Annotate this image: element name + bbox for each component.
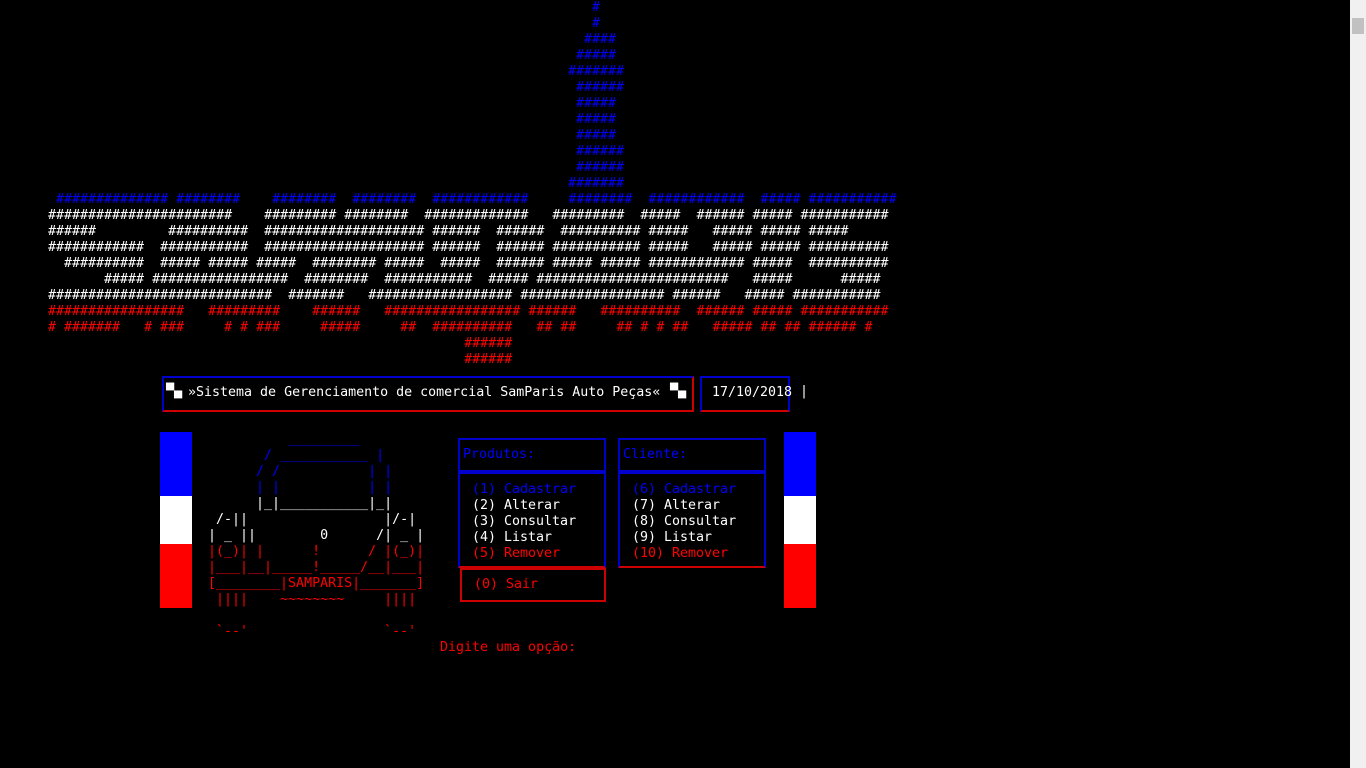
logo-tower-line: #####: [576, 128, 617, 143]
scrollbar-thumb[interactable]: [1352, 18, 1364, 34]
logo-tower-line: #: [592, 0, 601, 15]
logo-line: ########## ##### ##### ##### ######## ##…: [48, 256, 889, 271]
car-art-line: _________: [208, 432, 361, 447]
logo-tower-line: ####: [584, 32, 617, 47]
logo-line: ############ ########### ###############…: [48, 240, 889, 255]
car-art-line: / ___________ |: [208, 448, 385, 463]
logo-tower-line: #######: [568, 176, 625, 191]
title-left-glyph: ▀▄: [166, 384, 183, 399]
produtos-menu: (1) Cadastrar (2) Alterar (3) Consultar (4)…: [458, 472, 606, 568]
cliente-option-4[interactable]: (9) Listar: [632, 530, 712, 546]
logo-line: ####################### ######### ######…: [48, 208, 889, 223]
title-right-glyph: ▀▄: [670, 384, 687, 399]
option-prompt[interactable]: Digite uma opção:: [440, 640, 576, 656]
produtos-heading: Produtos:: [463, 447, 536, 462]
cliente-option-5[interactable]: (10) Remover: [632, 546, 728, 562]
date-box: 17/10/2018: [700, 376, 793, 412]
car-art-line: |(_)| | ! / |(_)|: [208, 544, 425, 559]
title-bar: ▀▄ »Sistema de Gerenciamento de comercia…: [162, 376, 694, 412]
logo-tower-line: #######: [568, 64, 625, 79]
logo-line: ##### ################# ######## #######…: [48, 272, 881, 287]
logo-line: ###### ########## #################### #…: [48, 224, 849, 239]
cliente-heading: Cliente:: [623, 447, 688, 462]
logo-line: # ####### # ### # # ### ##### ## #######…: [48, 320, 873, 335]
cliente-option-3[interactable]: (8) Consultar: [632, 514, 736, 530]
logo-tower-line: #####: [576, 112, 617, 127]
logo-tower-line: #: [592, 16, 601, 31]
car-art-line: /-|| |/-|: [208, 512, 417, 527]
car-art-line: |___|__|_____!_____/__|___|: [208, 560, 425, 575]
sair-option[interactable]: (0) Sair: [474, 577, 538, 593]
app-title: »Sistema de Gerenciamento de comercial S…: [188, 385, 661, 400]
car-art-line: |||| ~~~~~~~~ ||||: [208, 592, 417, 607]
car-art-line: |_|___________|_|: [208, 496, 393, 511]
logo-line: ######: [48, 336, 513, 351]
car-art-line: `--' `--': [208, 624, 417, 639]
produtos-option-5[interactable]: (5) Remover: [472, 546, 560, 562]
date-box-separator: |: [800, 384, 809, 399]
logo-tower-line: ######: [576, 160, 625, 175]
cliente-menu: (6) Cadastrar (7) Alterar (8) Consultar (9)…: [618, 472, 766, 568]
produtos-option-2[interactable]: (2) Alterar: [472, 498, 560, 514]
car-art-line: / / | |: [208, 464, 393, 479]
logo-line: ################# ######### ###### #####…: [48, 304, 889, 319]
produtos-option-3[interactable]: (3) Consultar: [472, 514, 576, 530]
current-date: 17/10/2018: [712, 385, 793, 400]
logo-tower-line: ######: [576, 144, 625, 159]
cliente-heading-box: Cliente:: [618, 438, 766, 472]
produtos-option-1[interactable]: (1) Cadastrar: [472, 482, 576, 498]
sair-box[interactable]: (0) Sair: [460, 568, 606, 602]
flag-right: [784, 432, 816, 608]
produtos-heading-box: Produtos:: [458, 438, 606, 472]
car-art-line: | _ || 0 /| _ |: [208, 528, 425, 543]
logo-tower-line: #####: [576, 96, 617, 111]
car-art-line: | | | |: [208, 480, 393, 495]
console-window[interactable]: # # #### ##### ####### ###### ##### ##### ##### #…: [0, 0, 1350, 768]
logo-line: ######: [48, 352, 513, 367]
logo-tower-line: ######: [576, 80, 625, 95]
logo-tower-line: #####: [576, 48, 617, 63]
vertical-scrollbar[interactable]: [1350, 0, 1366, 768]
cliente-option-1[interactable]: (6) Cadastrar: [632, 482, 736, 498]
flag-left: [160, 432, 192, 608]
logo-line: ############################ ####### ###…: [48, 288, 881, 303]
car-art-line: [________|SAMPARIS|_______]: [208, 576, 425, 591]
logo-line: ############## ######## ######## #######…: [48, 192, 897, 207]
cliente-option-2[interactable]: (7) Alterar: [632, 498, 720, 514]
produtos-option-4[interactable]: (4) Listar: [472, 530, 552, 546]
